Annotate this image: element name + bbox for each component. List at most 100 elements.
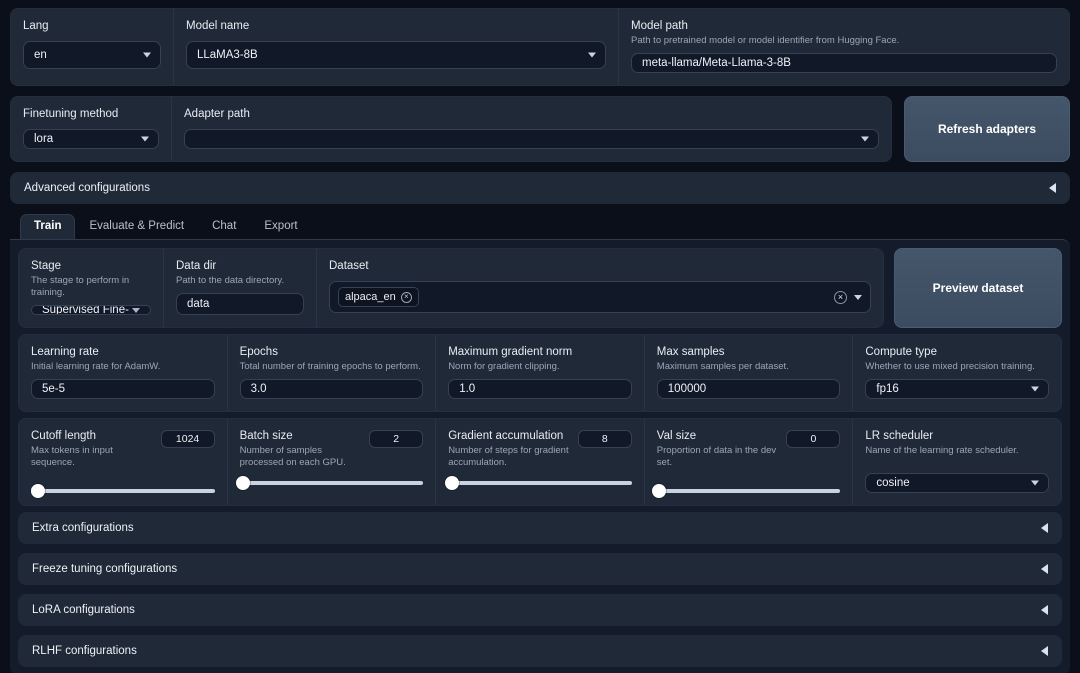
cutoff-length-value: 1024	[175, 433, 200, 445]
tab-chat-label: Chat	[212, 220, 237, 232]
dataset-group: Dataset alpaca_en × ×	[317, 249, 883, 327]
model-name-group: Model name LLaMA3-8B	[174, 9, 618, 85]
val-size-group: Val size Proportion of data in the dev s…	[645, 419, 853, 505]
advanced-configurations-label: Advanced configurations	[24, 182, 150, 194]
finetuning-row: Finetuning method lora Adapter path Refr…	[10, 96, 1070, 162]
lr-scheduler-dropdown[interactable]: cosine	[865, 473, 1049, 493]
epochs-value: 3.0	[250, 383, 267, 395]
finetuning-method-value: lora	[34, 133, 54, 145]
chevron-down-icon	[143, 52, 151, 58]
model-name-dropdown[interactable]: LLaMA3-8B	[186, 41, 606, 69]
val-size-numberbox[interactable]: 0	[786, 430, 841, 448]
val-size-hint: Proportion of data in the dev set.	[656, 445, 777, 468]
epochs-hint: Total number of training epochs to perfo…	[239, 361, 421, 372]
learning-rate-hint: Initial learning rate for AdamW.	[31, 361, 161, 372]
model-path-group: Model path Path to pretrained model or m…	[619, 9, 1069, 85]
lora-configurations-accordion[interactable]: LoRA configurations	[18, 594, 1062, 626]
triangle-left-icon	[1041, 646, 1048, 656]
triangle-left-icon	[1049, 183, 1056, 193]
dataset-row: Stage The stage to perform in training. …	[18, 248, 1062, 328]
adapter-path-label: Adapter path	[184, 108, 250, 120]
model-path-hint: Path to pretrained model or model identi…	[631, 35, 900, 46]
data-dir-value: data	[187, 298, 210, 310]
val-size-value: 0	[810, 433, 817, 445]
tab-export-label: Export	[264, 220, 298, 232]
cutoff-length-group: Cutoff length Max tokens in input sequen…	[19, 419, 227, 505]
compute-type-label: Compute type	[865, 346, 937, 358]
slider-thumb[interactable]	[31, 484, 46, 498]
compute-type-dropdown[interactable]: fp16	[865, 379, 1049, 399]
lr-scheduler-hint: Name of the learning rate scheduler.	[865, 445, 1019, 456]
gradient-accumulation-slider[interactable]	[444, 476, 632, 490]
close-icon[interactable]: ×	[400, 291, 412, 303]
finetuning-method-dropdown[interactable]: lora	[23, 129, 159, 149]
lang-value: en	[34, 49, 47, 61]
extra-configurations-accordion[interactable]: Extra configurations	[18, 512, 1062, 544]
batch-size-group: Batch size Number of samples processed o…	[228, 419, 436, 505]
dataset-chip[interactable]: alpaca_en ×	[338, 287, 419, 307]
max-samples-value: 100000	[667, 383, 707, 395]
slider-thumb[interactable]	[444, 476, 459, 490]
epochs-input[interactable]: 3.0	[239, 379, 424, 399]
data-dir-label: Data dir	[176, 260, 217, 272]
adapter-path-group: Adapter path	[172, 97, 891, 161]
stage-value: Supervised Fine-Tuning	[42, 305, 130, 315]
batch-size-value: 2	[393, 433, 400, 445]
model-name-label: Model name	[186, 20, 250, 32]
learning-rate-group: Learning rate Initial learning rate for …	[19, 335, 227, 411]
dataset-controls: ×	[834, 290, 862, 304]
finetuning-method-label: Finetuning method	[23, 108, 119, 120]
max-samples-hint: Maximum samples per dataset.	[656, 361, 789, 372]
slider-thumb[interactable]	[236, 476, 251, 490]
chevron-down-icon	[861, 136, 869, 142]
refresh-adapters-label: Refresh adapters	[937, 122, 1037, 136]
tab-export[interactable]: Export	[250, 214, 311, 239]
stage-dropdown[interactable]: Supervised Fine-Tuning	[31, 305, 151, 315]
adapter-path-dropdown[interactable]	[184, 129, 879, 149]
lr-scheduler-value: cosine	[876, 477, 910, 489]
model-selection-panel: Lang en Model name LLaMA3-8B Model path …	[10, 8, 1070, 86]
model-path-input[interactable]: meta-llama/Meta-Llama-3-8B	[631, 53, 1057, 73]
lr-scheduler-label: LR scheduler	[865, 430, 934, 442]
refresh-adapters-button[interactable]: Refresh adapters	[904, 96, 1070, 162]
slider-thumb[interactable]	[651, 484, 666, 498]
tab-train[interactable]: Train	[20, 214, 76, 239]
batch-size-slider[interactable]	[236, 476, 424, 490]
data-dir-input[interactable]: data	[176, 293, 304, 315]
sliders-panel: Cutoff length Max tokens in input sequen…	[18, 418, 1062, 506]
cutoff-length-slider[interactable]	[31, 484, 215, 498]
rlhf-configurations-accordion[interactable]: RLHF configurations	[18, 635, 1062, 667]
learning-rate-input[interactable]: 5e-5	[31, 379, 215, 399]
tab-chat[interactable]: Chat	[198, 214, 250, 239]
max-grad-norm-input[interactable]: 1.0	[448, 379, 632, 399]
compute-type-hint: Whether to use mixed precision training.	[865, 361, 1035, 372]
max-grad-norm-group: Maximum gradient norm Norm for gradient …	[436, 335, 644, 411]
cutoff-length-numberbox[interactable]: 1024	[160, 430, 215, 448]
val-size-head: Val size Proportion of data in the dev s…	[657, 429, 841, 475]
batch-size-numberbox[interactable]: 2	[369, 430, 424, 448]
llama-factory-app: Lang en Model name LLaMA3-8B Model path …	[0, 0, 1080, 673]
val-size-slider[interactable]	[651, 484, 841, 498]
max-samples-input[interactable]: 100000	[656, 379, 841, 399]
tab-evaluate-predict[interactable]: Evaluate & Predict	[75, 214, 198, 239]
chevron-down-icon[interactable]	[854, 294, 862, 300]
dataset-panel: Stage The stage to perform in training. …	[18, 248, 884, 328]
epochs-label: Epochs	[239, 346, 278, 358]
preview-dataset-button[interactable]: Preview dataset	[894, 248, 1062, 328]
gradient-accumulation-hint: Number of steps for gradient accumulatio…	[448, 445, 569, 468]
triangle-left-icon	[1041, 523, 1048, 533]
freeze-tuning-configurations-accordion[interactable]: Freeze tuning configurations	[18, 553, 1062, 585]
data-dir-group: Data dir Path to the data directory. dat…	[164, 249, 316, 327]
cutoff-length-hint: Max tokens in input sequence.	[31, 445, 113, 468]
advanced-configurations-accordion[interactable]: Advanced configurations	[10, 172, 1070, 204]
dataset-multiselect[interactable]: alpaca_en × ×	[329, 281, 871, 313]
chevron-down-icon	[1030, 386, 1039, 392]
chevron-down-icon	[132, 307, 140, 313]
gradient-accumulation-numberbox[interactable]: 8	[577, 430, 632, 448]
lang-group: Lang en	[11, 9, 173, 85]
val-size-label: Val size	[656, 430, 697, 442]
tab-train-label: Train	[34, 220, 62, 232]
lang-dropdown[interactable]: en	[23, 41, 161, 69]
clear-icon[interactable]: ×	[834, 290, 847, 304]
dataset-label: Dataset	[329, 260, 369, 272]
